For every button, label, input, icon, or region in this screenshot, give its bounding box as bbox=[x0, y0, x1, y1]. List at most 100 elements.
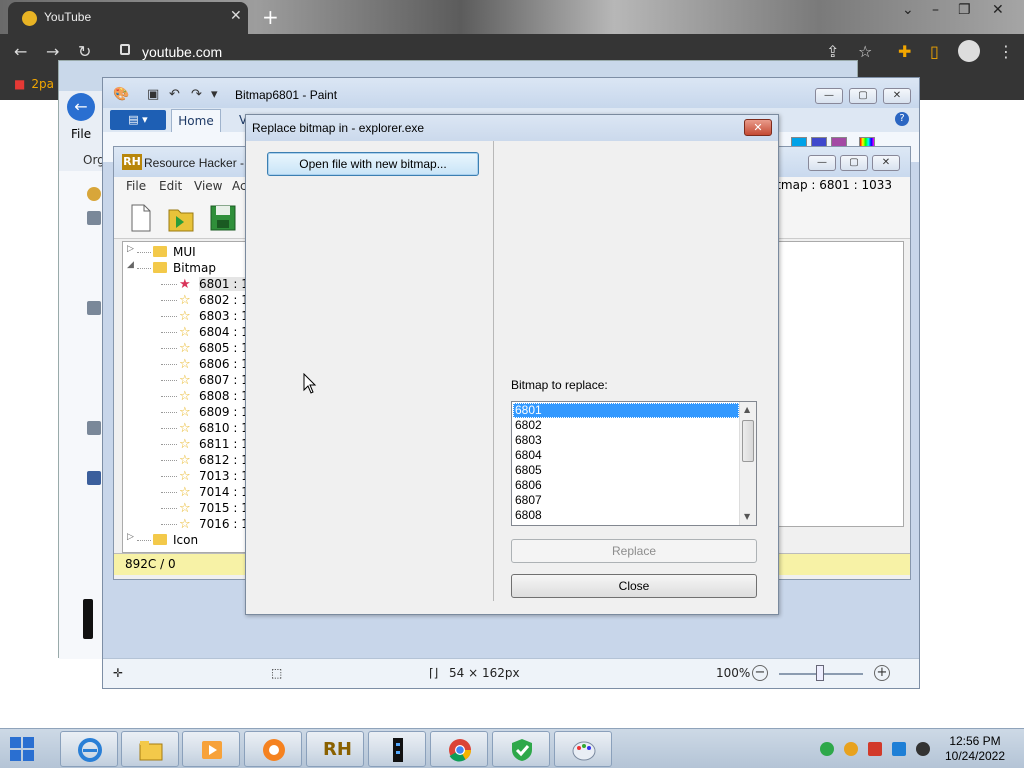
extensions-icon[interactable]: ✚ bbox=[898, 42, 911, 61]
rh-maximize-button[interactable]: ▢ bbox=[840, 155, 868, 171]
tree-expander-icon[interactable]: ▷ bbox=[127, 244, 134, 254]
tree-folder[interactable]: ▷ MUI bbox=[123, 244, 249, 260]
redo-icon[interactable]: ↷ bbox=[191, 87, 202, 102]
tree-folder[interactable]: ◢ Bitmap bbox=[123, 260, 249, 276]
bitmap-list-item[interactable]: 6806 bbox=[513, 478, 739, 493]
zoom-out-button[interactable]: − bbox=[752, 665, 768, 681]
taskbar-uc-browser[interactable] bbox=[244, 731, 302, 767]
nav-item-icon[interactable] bbox=[87, 211, 101, 225]
tree-folder[interactable]: ▷ Icon bbox=[123, 532, 249, 548]
close-tab-icon[interactable]: ✕ bbox=[230, 8, 242, 24]
taskbar-explorer[interactable] bbox=[121, 731, 179, 767]
tray-network-icon[interactable] bbox=[892, 742, 906, 756]
rh-close-button[interactable]: ✕ bbox=[872, 155, 900, 171]
taskbar-chrome[interactable] bbox=[430, 731, 488, 767]
new-file-icon[interactable] bbox=[126, 202, 156, 234]
taskbar-security[interactable] bbox=[492, 731, 550, 767]
rh-menu-view[interactable]: View bbox=[194, 179, 222, 193]
rh-minimize-button[interactable]: — bbox=[808, 155, 836, 171]
tree-item[interactable]: ☆ 6812 : 1 bbox=[123, 452, 249, 468]
undo-icon[interactable]: ↶ bbox=[169, 87, 180, 102]
nav-item-icon[interactable] bbox=[87, 421, 101, 435]
taskbar-paint[interactable] bbox=[554, 731, 612, 767]
zoom-in-button[interactable]: + bbox=[874, 665, 890, 681]
zoom-slider-thumb[interactable] bbox=[816, 665, 824, 681]
save-icon[interactable]: ▣ bbox=[147, 87, 159, 102]
paint-maximize-button[interactable]: ▢ bbox=[849, 88, 877, 104]
scroll-down-icon[interactable]: ▼ bbox=[744, 512, 750, 521]
bitmap-list-item[interactable]: 6803 bbox=[513, 433, 739, 448]
replace-button[interactable]: Replace bbox=[511, 539, 757, 563]
qat-dropdown-icon[interactable]: ▾ bbox=[211, 87, 218, 102]
profile-avatar-icon[interactable] bbox=[958, 40, 980, 62]
paint-minimize-button[interactable]: — bbox=[815, 88, 843, 104]
tab-home[interactable]: Home bbox=[171, 109, 221, 133]
listbox-scrollbar[interactable]: ▲ ▼ bbox=[739, 402, 756, 525]
browser-tab-youtube[interactable]: YouTube ✕ bbox=[8, 2, 248, 34]
taskbar-clock[interactable]: 12:56 PM 10/24/2022 bbox=[940, 734, 1010, 764]
tree-item[interactable]: ☆ 6805 : 1 bbox=[123, 340, 249, 356]
menu-dots-icon[interactable]: ⋮ bbox=[998, 42, 1014, 61]
taskbar-app[interactable] bbox=[368, 731, 426, 767]
network-icon[interactable] bbox=[87, 471, 101, 485]
scroll-up-icon[interactable]: ▲ bbox=[744, 405, 750, 414]
tree-item[interactable]: ☆ 6804 : 1 bbox=[123, 324, 249, 340]
tree-item[interactable]: ☆ 6806 : 1 bbox=[123, 356, 249, 372]
save-file-icon[interactable] bbox=[208, 202, 238, 234]
favorites-icon[interactable] bbox=[87, 187, 101, 201]
explorer-back-icon[interactable]: ← bbox=[67, 93, 95, 121]
side-panel-icon[interactable]: ▯ bbox=[930, 42, 939, 61]
tray-security-icon[interactable] bbox=[820, 742, 834, 756]
tree-item[interactable]: ☆ 6803 : 1 bbox=[123, 308, 249, 324]
dialog-close-icon[interactable]: ✕ bbox=[744, 119, 772, 136]
forward-arrow-icon[interactable]: → bbox=[46, 42, 59, 61]
open-file-button[interactable]: Open file with new bitmap... bbox=[267, 152, 479, 176]
tree-item[interactable]: ☆ 7015 : 1 bbox=[123, 500, 249, 516]
browser-minimize-button[interactable]: – bbox=[932, 2, 939, 18]
nav-item-icon[interactable] bbox=[87, 301, 101, 315]
resource-tree[interactable]: ▷ MUI ◢ Bitmap ★ 6801 : 1 ☆ 6802 : 1 ☆ 6803 : 1 ☆ 6… bbox=[122, 241, 250, 553]
share-icon[interactable]: ⇪ bbox=[826, 42, 839, 61]
taskbar-resource-hacker[interactable]: RH bbox=[306, 731, 364, 767]
taskbar-ie[interactable] bbox=[60, 731, 118, 767]
tree-item[interactable]: ☆ 6808 : 1 bbox=[123, 388, 249, 404]
bitmap-list-item[interactable]: 6801 bbox=[513, 403, 739, 418]
tree-item[interactable]: ☆ 7014 : 1 bbox=[123, 484, 249, 500]
bookmark-item[interactable]: ■ 2pa bbox=[14, 77, 54, 91]
tray-search-icon[interactable] bbox=[844, 742, 858, 756]
tree-item[interactable]: ☆ 7013 : 1 bbox=[123, 468, 249, 484]
tray-volume-icon[interactable] bbox=[916, 742, 930, 756]
bitmap-listbox[interactable]: 6801 6802 6803 6804 6805 6806 6807 6808 ▲ ▼ bbox=[511, 401, 757, 526]
tree-item[interactable]: ★ 6801 : 1 bbox=[123, 276, 249, 292]
tree-expander-icon[interactable]: ▷ bbox=[127, 532, 134, 542]
tree-item[interactable]: ☆ 7016 : 1 bbox=[123, 516, 249, 532]
open-file-icon[interactable] bbox=[166, 202, 196, 234]
start-button[interactable] bbox=[10, 737, 34, 761]
browser-maximize-button[interactable]: ❐ bbox=[958, 2, 971, 18]
close-button[interactable]: Close bbox=[511, 574, 757, 598]
reload-icon[interactable]: ↻ bbox=[78, 42, 91, 61]
rh-menu-file[interactable]: File bbox=[126, 179, 146, 193]
bitmap-list-item[interactable]: 6802 bbox=[513, 418, 739, 433]
explorer-file-menu[interactable]: File bbox=[71, 127, 91, 141]
paint-close-button[interactable]: ✕ bbox=[883, 88, 911, 104]
scrollbar-thumb[interactable] bbox=[742, 420, 754, 462]
new-tab-button[interactable]: + bbox=[262, 5, 279, 29]
tray-flag-icon[interactable] bbox=[868, 742, 882, 756]
bitmap-list-item[interactable]: 6807 bbox=[513, 493, 739, 508]
tree-expander-icon[interactable]: ◢ bbox=[127, 260, 134, 270]
bookmark-star-icon[interactable]: ☆ bbox=[858, 42, 872, 61]
paint-menu-button[interactable]: ▤ ▾ bbox=[110, 110, 166, 130]
taskbar-media[interactable] bbox=[182, 731, 240, 767]
back-arrow-icon[interactable]: ← bbox=[14, 42, 27, 61]
tree-item[interactable]: ☆ 6811 : 1 bbox=[123, 436, 249, 452]
tree-item[interactable]: ☆ 6809 : 1 bbox=[123, 404, 249, 420]
help-icon[interactable]: ? bbox=[895, 112, 909, 126]
tab-search-icon[interactable]: ⌄ bbox=[902, 2, 914, 18]
browser-close-button[interactable]: ✕ bbox=[992, 2, 1004, 18]
tree-item[interactable]: ☆ 6802 : 1 bbox=[123, 292, 249, 308]
bitmap-list-item[interactable]: 6808 bbox=[513, 508, 739, 523]
bitmap-list-item[interactable]: 6805 bbox=[513, 463, 739, 478]
tree-item[interactable]: ☆ 6807 : 1 bbox=[123, 372, 249, 388]
tree-item[interactable]: ☆ 6810 : 1 bbox=[123, 420, 249, 436]
